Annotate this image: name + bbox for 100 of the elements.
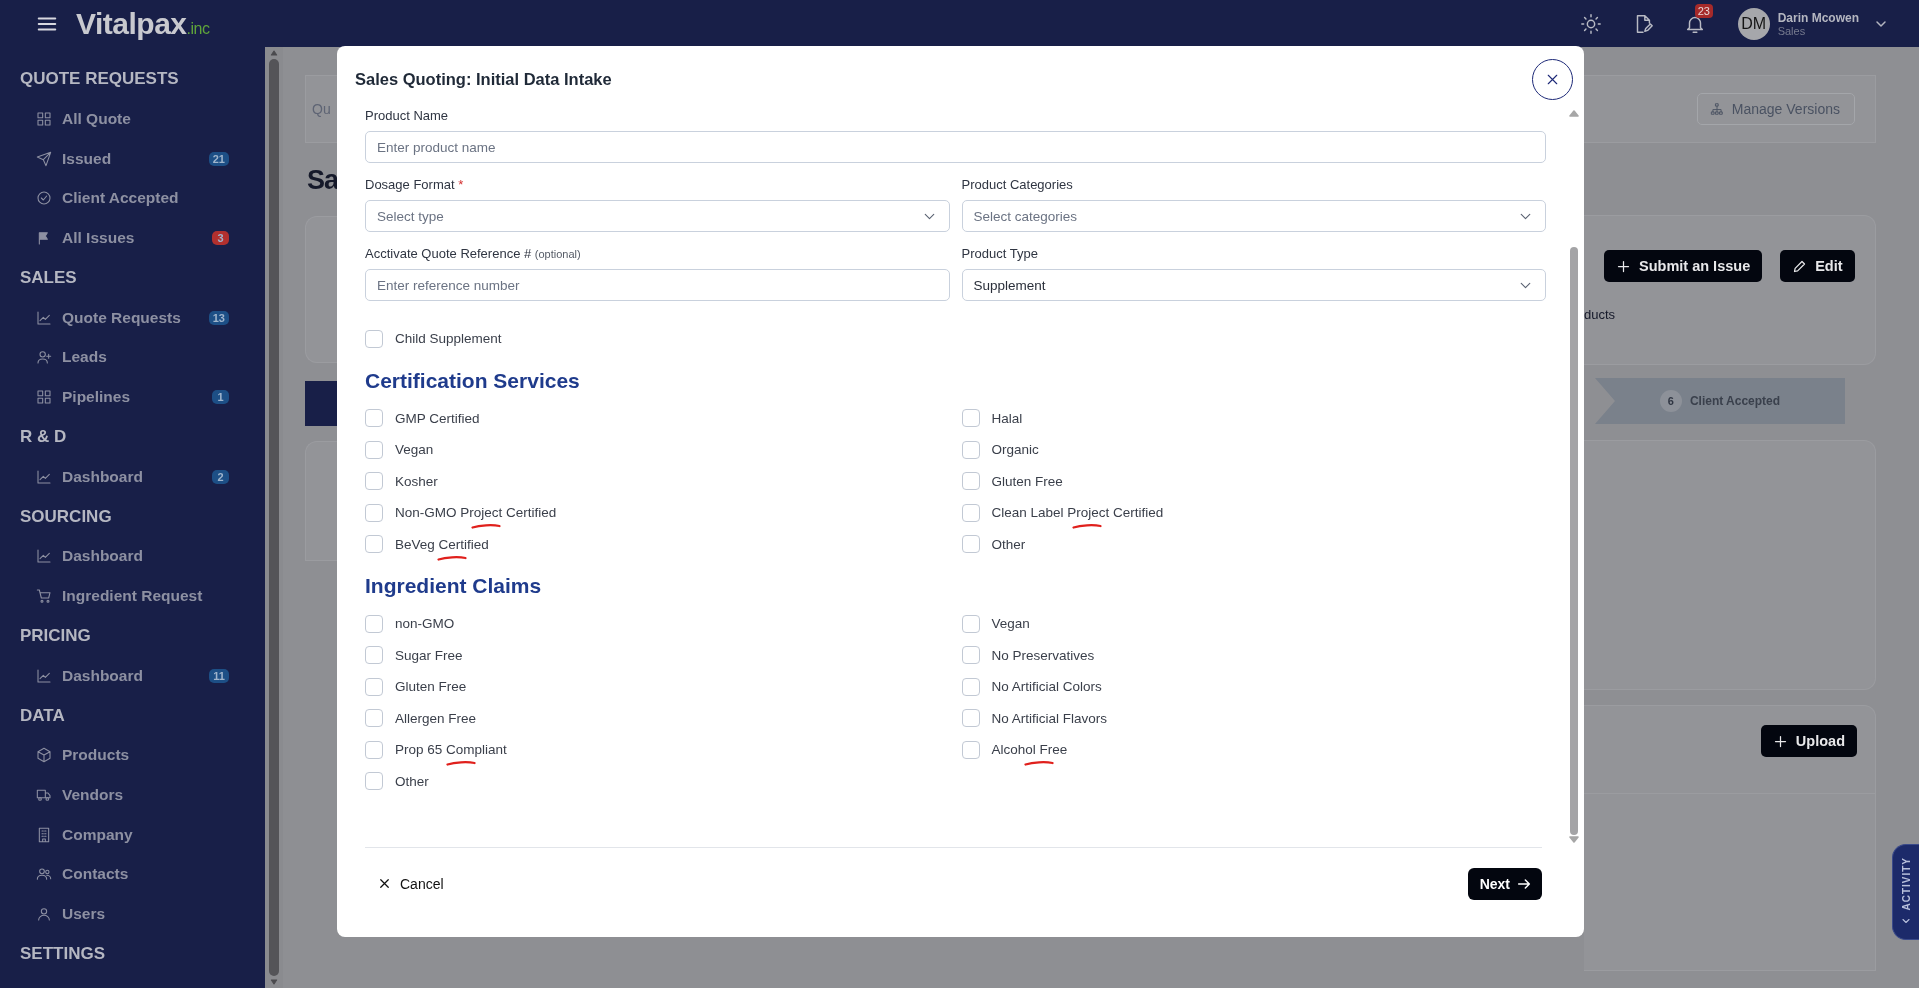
checkbox-label[interactable]: Organic	[991, 442, 1039, 458]
select-field[interactable]: Select type	[365, 200, 950, 232]
checkbox[interactable]	[961, 614, 980, 633]
chart-icon	[36, 309, 52, 326]
submit-issue-button[interactable]: Submit an Issue	[1604, 250, 1763, 282]
chart-icon	[36, 468, 52, 485]
users-icon	[36, 866, 52, 883]
sidebar-item[interactable]: Pipelines 1	[20, 377, 265, 417]
checkbox[interactable]	[365, 740, 383, 759]
sidebar-item[interactable]: Ingredient Request	[20, 576, 265, 616]
sidebar-item[interactable]: Client Accepted	[20, 178, 265, 219]
grid-icon	[36, 388, 52, 405]
checkbox-label[interactable]: BeVeg Certified	[395, 536, 489, 552]
sidebar-item[interactable]: Contacts	[20, 854, 265, 895]
sidebar-item[interactable]: Dashboard 2	[20, 456, 265, 497]
checkbox[interactable]	[961, 409, 980, 428]
checkbox-label[interactable]: Other	[395, 773, 429, 789]
checkbox[interactable]	[365, 440, 383, 459]
checkbox-label[interactable]: Vegan	[991, 616, 1030, 632]
checkbox-label[interactable]: Non-GMO Project Certified	[395, 505, 557, 521]
checkbox[interactable]	[961, 535, 980, 554]
notification-count: 23	[1694, 3, 1713, 18]
step-label: Client Accepted	[1689, 394, 1781, 408]
sun-icon	[1579, 12, 1602, 35]
sidebar-item[interactable]: Users	[20, 894, 265, 934]
checkbox[interactable]	[365, 772, 383, 791]
checkbox-label[interactable]: non-GMO	[395, 616, 455, 632]
checkbox[interactable]	[961, 472, 980, 491]
user-avatar[interactable]: DM	[1737, 7, 1770, 40]
checkbox[interactable]	[365, 472, 383, 491]
sidebar-item[interactable]: All Quote	[20, 99, 265, 139]
sidebar-item[interactable]: Dashboard 11	[20, 655, 265, 696]
chart-icon	[36, 548, 52, 565]
count-badge: 2	[212, 469, 229, 484]
cancel-button[interactable]: Cancel	[365, 867, 456, 900]
checkbox-label[interactable]: Child Supplement	[395, 331, 502, 347]
checkbox[interactable]	[365, 709, 383, 728]
select-field[interactable]: Supplement	[961, 269, 1546, 301]
checkbox-label[interactable]: Gluten Free	[991, 473, 1063, 489]
sidebar-item[interactable]: Company	[20, 814, 265, 855]
checkbox[interactable]	[961, 740, 980, 759]
scroll-up-icon	[1569, 108, 1579, 118]
user-icon	[36, 906, 52, 923]
plus-icon	[1616, 258, 1631, 274]
upload-button[interactable]: Upload	[1760, 725, 1857, 757]
checkbox[interactable]	[365, 409, 383, 428]
checkbox-label[interactable]: Gluten Free	[395, 679, 467, 695]
logo[interactable]: Vitalpax.inc	[76, 6, 210, 41]
user-plus-icon	[36, 349, 52, 366]
checkbox[interactable]	[961, 440, 980, 459]
building-icon	[36, 826, 52, 843]
scrollbar-thumb[interactable]	[269, 59, 279, 976]
user-role: Sales	[1777, 24, 1807, 37]
sidebar-item[interactable]: All Issues 3	[20, 218, 265, 258]
input-field[interactable]: Enter reference number	[365, 269, 950, 301]
checkbox-label[interactable]: Vegan	[395, 442, 434, 458]
checkbox[interactable]	[365, 614, 383, 633]
next-button[interactable]: Next	[1467, 867, 1542, 900]
sidebar-section-title: R & D	[20, 425, 68, 448]
sidebar-item[interactable]: Dashboard	[20, 536, 265, 577]
sidebar-item[interactable]: Vendors	[20, 775, 265, 815]
checkbox[interactable]	[365, 646, 383, 665]
checkbox[interactable]	[961, 503, 980, 522]
plus-icon	[1772, 733, 1788, 749]
sidebar-item[interactable]: Products	[20, 735, 265, 776]
progress-step[interactable]: 6 Client Accepted	[1595, 378, 1845, 424]
checkbox-label[interactable]: Other	[991, 536, 1026, 552]
activity-tab[interactable]: ACTIVITY	[1892, 844, 1919, 940]
count-badge: 13	[208, 310, 229, 325]
checkbox[interactable]	[961, 709, 980, 728]
checkbox[interactable]	[961, 677, 980, 696]
checkbox[interactable]	[365, 535, 383, 554]
checkbox-label[interactable]: Alcohol Free	[991, 742, 1068, 758]
sidebar-item[interactable]: Leads	[20, 337, 265, 378]
select-field[interactable]: Select categories	[961, 200, 1546, 232]
checkbox[interactable]	[365, 677, 383, 696]
checkbox[interactable]	[961, 646, 980, 665]
checkbox-label[interactable]: Halal	[991, 410, 1023, 426]
checkbox[interactable]	[365, 503, 383, 522]
checkbox-label[interactable]: Allergen Free	[395, 710, 477, 726]
checkbox-label[interactable]: No Preservatives	[991, 647, 1095, 663]
box-icon	[36, 747, 52, 764]
edit-button[interactable]: Edit	[1780, 250, 1855, 282]
truck-icon	[36, 787, 52, 804]
check-circle-icon	[36, 190, 52, 207]
sidebar-item[interactable]: Issued 21	[20, 138, 265, 179]
scrollbar-thumb[interactable]	[1570, 247, 1578, 835]
checkbox-label[interactable]: No Artificial Flavors	[991, 710, 1108, 726]
checkbox-label[interactable]: No Artificial Colors	[991, 679, 1102, 695]
section-heading: Ingredient Claims	[365, 574, 543, 598]
checkbox-label[interactable]: Kosher	[395, 473, 438, 489]
close-button[interactable]	[1532, 58, 1573, 100]
checkbox-label[interactable]: Prop 65 Compliant	[395, 742, 507, 758]
checkbox-label[interactable]: Sugar Free	[395, 647, 463, 663]
field-label: Product Type	[961, 246, 1039, 262]
checkbox-label[interactable]: GMP Certified	[395, 410, 480, 426]
sidebar-item[interactable]: Quote Requests 13	[20, 297, 265, 338]
checkbox[interactable]	[365, 329, 383, 348]
checkbox-label[interactable]: Clean Label Project Certified	[991, 505, 1164, 521]
input-field[interactable]: Enter product name	[365, 131, 1546, 163]
